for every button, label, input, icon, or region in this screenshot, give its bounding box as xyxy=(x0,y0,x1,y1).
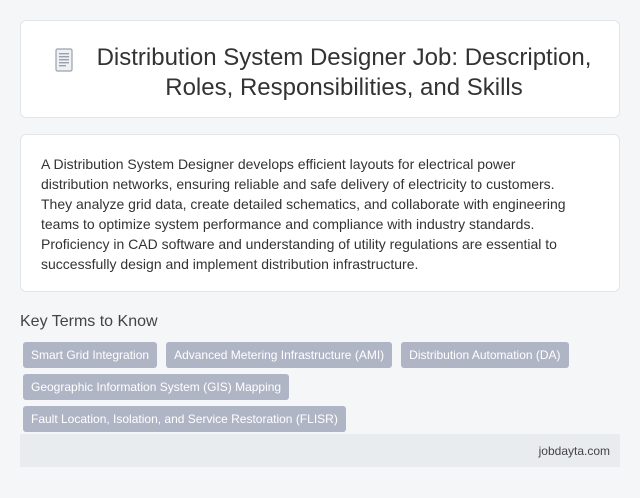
tag-smart-grid-integration[interactable]: Smart Grid Integration xyxy=(23,342,158,368)
document-icon xyxy=(55,48,73,72)
site-name[interactable]: jobdayta.com xyxy=(539,443,610,459)
tag-distribution-automation[interactable]: Distribution Automation (DA) xyxy=(401,342,569,368)
footer-bar: jobdayta.com xyxy=(20,434,620,467)
key-terms-tags: Smart Grid Integration Advanced Metering… xyxy=(20,342,620,432)
tag-advanced-metering-infrastructure[interactable]: Advanced Metering Infrastructure (AMI) xyxy=(166,342,393,368)
tag-gis-mapping[interactable]: Geographic Information System (GIS) Mapp… xyxy=(23,374,290,400)
description-text: A Distribution System Designer develops … xyxy=(41,156,566,272)
page-title: Distribution System Designer Job: Descri… xyxy=(96,44,592,101)
header-card: Distribution System Designer Job: Descri… xyxy=(20,20,620,118)
tag-flisr[interactable]: Fault Location, Isolation, and Service R… xyxy=(23,406,346,432)
description-card: A Distribution System Designer develops … xyxy=(20,134,620,292)
key-terms-heading: Key Terms to Know xyxy=(20,313,158,330)
